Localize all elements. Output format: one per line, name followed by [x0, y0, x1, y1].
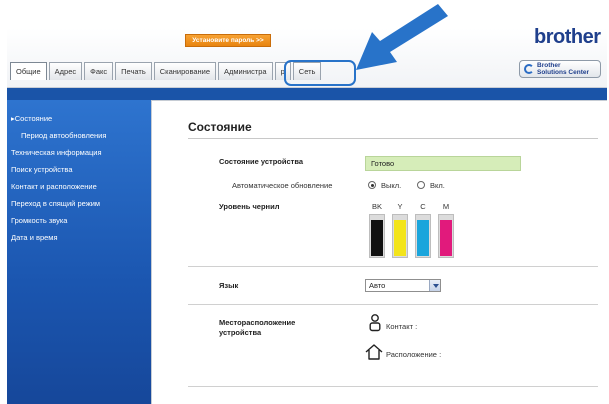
ink-level-label: Уровень чернил — [219, 202, 280, 211]
ink-label-m: M — [442, 202, 450, 211]
location-place-label: Расположение : — [386, 350, 442, 359]
sidebar-item-volume[interactable]: Громкость звука — [7, 212, 151, 229]
language-select[interactable]: Авто — [365, 279, 441, 292]
header-blue-band — [7, 88, 607, 100]
tab-address[interactable]: Адрес — [48, 62, 83, 80]
sidebar-item-find-device[interactable]: Поиск устройства — [7, 161, 151, 178]
device-status-label: Состояние устройства — [219, 157, 304, 166]
title-divider — [188, 138, 598, 139]
sidebar: ▸Состояние Период автообновления Техниче… — [7, 100, 151, 404]
tab-scan[interactable]: Сканирование — [153, 62, 217, 80]
brother-logo: brother — [534, 26, 601, 48]
callout-arrow — [356, 4, 448, 70]
sidebar-item-status[interactable]: ▸Состояние — [7, 110, 151, 127]
section-divider — [188, 266, 598, 267]
auto-refresh-on-radio[interactable] — [417, 181, 425, 189]
ink-level-m — [438, 214, 454, 258]
language-select-value: Авто — [369, 281, 386, 290]
sidebar-item-date-time[interactable]: Дата и время — [7, 229, 151, 246]
ink-level-c — [415, 214, 431, 258]
contact-label: Контакт : — [386, 322, 418, 331]
ink-fill-y — [394, 220, 406, 256]
sidebar-item-refresh-period[interactable]: Период автообновления — [7, 127, 151, 144]
ink-fill-bk — [371, 220, 383, 256]
ink-label-y: Y — [397, 202, 403, 211]
ink-fill-m — [440, 220, 452, 256]
browser-page: Установите пароль >> brother Общие Адрес… — [0, 0, 609, 404]
tab-general[interactable]: Общие — [10, 62, 47, 80]
section-divider — [188, 386, 598, 387]
home-icon — [365, 344, 383, 360]
solutions-center-button[interactable]: Brother Solutions Center — [519, 60, 601, 78]
ink-level-bk — [369, 214, 385, 258]
callout-highlight — [284, 60, 356, 86]
ink-fill-c — [417, 220, 429, 256]
sidebar-item-sleep-mode[interactable]: Переход в спящий режим — [7, 195, 151, 212]
auto-refresh-off-radio[interactable] — [368, 181, 376, 189]
chevron-down-icon[interactable] — [429, 280, 440, 291]
ink-label-c: C — [420, 202, 426, 211]
person-icon — [369, 314, 381, 332]
language-label: Язык — [219, 281, 239, 290]
tab-print[interactable]: Печать — [115, 62, 152, 80]
device-status-value: Готово — [365, 156, 521, 171]
page-title: Состояние — [188, 120, 252, 134]
device-location-label: Месторасположение устройства — [219, 318, 296, 337]
set-password-banner[interactable]: Установите пароль >> — [185, 34, 271, 47]
sidebar-item-technical-info[interactable]: Техническая информация — [7, 144, 151, 161]
solutions-center-label-line1: Brother — [537, 62, 561, 69]
auto-refresh-label: Автоматическое обновление — [232, 181, 333, 190]
sidebar-item-contact-location[interactable]: Контакт и расположение — [7, 178, 151, 195]
ink-label-bk: BK — [371, 202, 382, 211]
auto-refresh-off-label: Выкл. — [381, 181, 402, 190]
tab-administrator[interactable]: Администра — [218, 62, 273, 80]
section-divider — [188, 304, 598, 305]
auto-refresh-on-label: Вкл. — [430, 181, 445, 190]
solutions-center-label-line2: Solutions Center — [537, 69, 590, 76]
ink-level-y — [392, 214, 408, 258]
solutions-center-icon — [524, 64, 534, 74]
tab-fax[interactable]: Факс — [84, 62, 114, 80]
solutions-center-label: Brother Solutions Center — [537, 62, 589, 76]
main-tabs: Общие Адрес Факс Печать Сканирование Адм… — [10, 62, 322, 80]
